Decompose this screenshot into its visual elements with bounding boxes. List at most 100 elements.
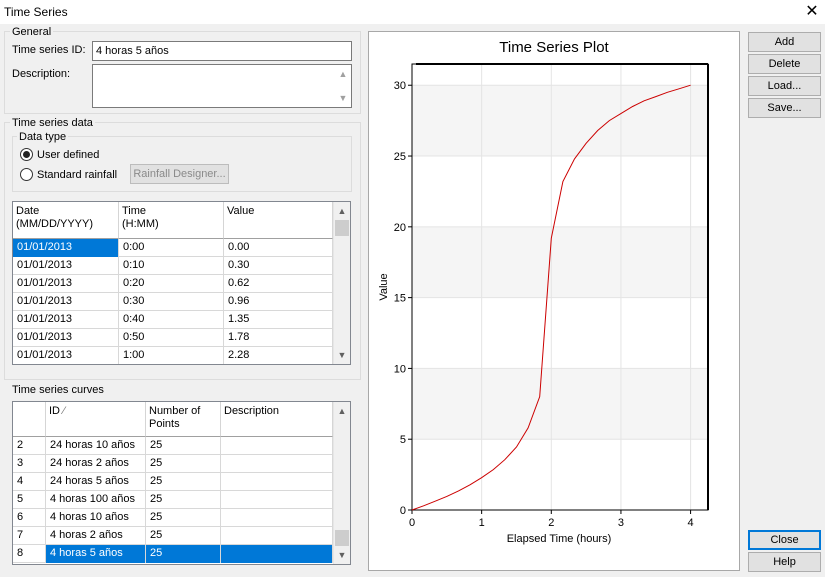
row-index-cell[interactable]: 2 <box>13 437 46 455</box>
value-cell[interactable]: 0.00 <box>224 239 333 257</box>
time-series-id-input[interactable]: 4 horas 5 años <box>92 41 352 61</box>
table-row[interactable]: 84 horas 5 años 25 <box>13 545 333 563</box>
scroll-thumb[interactable] <box>335 530 349 546</box>
add-button[interactable]: Add <box>748 32 821 52</box>
row-index-cell[interactable]: 3 <box>13 455 46 473</box>
table-row[interactable]: 01/01/2013 0:20 0.62 <box>13 275 333 293</box>
date-cell[interactable]: 01/01/2013 <box>13 257 119 275</box>
scroll-thumb[interactable] <box>335 220 349 236</box>
value-cell[interactable]: 0.96 <box>224 293 333 311</box>
description-cell[interactable] <box>221 491 333 509</box>
data-grid-scrollbar[interactable]: ▲ ▼ <box>333 202 350 364</box>
points-cell[interactable]: 25 <box>146 455 221 473</box>
column-header-description[interactable]: Description <box>221 402 333 437</box>
table-row[interactable]: 54 horas 100 años 25 <box>13 491 333 509</box>
table-row[interactable]: 01/01/2013 0:40 1.35 <box>13 311 333 329</box>
column-header-index[interactable] <box>13 402 46 437</box>
table-row[interactable]: 64 horas 10 años 25 <box>13 509 333 527</box>
curve-id-cell[interactable]: 4 horas 2 años <box>46 527 146 545</box>
column-header-date[interactable]: Date (MM/DD/YYYY) <box>13 202 119 239</box>
table-row[interactable]: 01/01/2013 0:10 0.30 <box>13 257 333 275</box>
curve-id-cell[interactable]: 4 horas 10 años <box>46 509 146 527</box>
date-cell[interactable]: 01/01/2013 <box>13 329 119 347</box>
curve-id-cell[interactable]: 4 horas 100 años <box>46 491 146 509</box>
time-cell[interactable]: 0:10 <box>119 257 224 275</box>
close-icon[interactable]: ✕ <box>803 3 821 21</box>
points-cell[interactable]: 25 <box>146 437 221 455</box>
column-header-value[interactable]: Value <box>224 202 333 239</box>
points-cell[interactable]: 25 <box>146 509 221 527</box>
curve-id-cell[interactable]: 24 horas 2 años <box>46 455 146 473</box>
row-index-cell[interactable]: 8 <box>13 545 46 563</box>
curve-id-cell[interactable]: 4 horas 5 años <box>46 545 146 563</box>
value-cell[interactable]: 1.78 <box>224 329 333 347</box>
table-row[interactable]: 2 24 horas 10 años 25 <box>13 437 333 455</box>
close-button[interactable]: Close <box>748 530 821 550</box>
table-row[interactable]: 4 24 horas 5 años 25 <box>13 473 333 491</box>
value-cell[interactable]: 1.35 <box>224 311 333 329</box>
plot-band <box>412 226 708 298</box>
time-series-plot: 0 1 2 3 4 0 5 10 15 20 25 30 Time Series Plot Elaps… <box>378 39 709 545</box>
curves-grid-scrollbar[interactable]: ▲ ▼ <box>333 402 350 564</box>
description-cell[interactable] <box>221 545 333 563</box>
time-cell[interactable]: 0:00 <box>119 239 224 257</box>
value-cell[interactable]: 0.30 <box>224 257 333 275</box>
chevron-up-icon[interactable]: ▲ <box>334 403 350 419</box>
user-defined-radio[interactable] <box>20 148 33 161</box>
table-row[interactable]: 74 horas 2 años 25 <box>13 527 333 545</box>
id-header-label: ID <box>49 405 60 417</box>
row-index-cell[interactable]: 5 <box>13 491 46 509</box>
table-row[interactable]: 01/01/2013 0:00 0.00 <box>13 239 333 257</box>
chevron-up-icon[interactable]: ▲ <box>336 66 350 82</box>
points-cell[interactable]: 25 <box>146 527 221 545</box>
save-button[interactable]: Save... <box>748 98 821 118</box>
description-cell[interactable] <box>221 509 333 527</box>
row-index-cell[interactable]: 6 <box>13 509 46 527</box>
table-row[interactable]: 01/01/2013 1:00 2.28 <box>13 347 333 364</box>
load-button[interactable]: Load... <box>748 76 821 96</box>
date-cell[interactable]: 01/01/2013 <box>13 275 119 293</box>
rainfall-designer-button[interactable]: Rainfall Designer... <box>130 164 229 184</box>
points-cell[interactable]: 25 <box>146 545 221 563</box>
x-tick-label: 4 <box>688 517 694 529</box>
description-scrollbar[interactable]: ▲ ▼ <box>336 66 350 106</box>
chevron-down-icon[interactable]: ▼ <box>334 347 350 363</box>
time-cell[interactable]: 0:20 <box>119 275 224 293</box>
delete-button[interactable]: Delete <box>748 54 821 74</box>
description-input[interactable] <box>92 64 352 108</box>
column-header-id[interactable]: ID ⁄ <box>46 402 146 437</box>
chevron-down-icon[interactable]: ▼ <box>336 90 350 106</box>
date-cell[interactable]: 01/01/2013 <box>13 293 119 311</box>
y-axis-label: Value <box>378 273 390 300</box>
date-cell[interactable]: 01/01/2013 <box>13 347 119 364</box>
column-header-time[interactable]: Time (H:MM) <box>119 202 224 239</box>
table-row[interactable]: 3 24 horas 2 años 25 <box>13 455 333 473</box>
date-cell[interactable]: 01/01/2013 <box>13 239 119 257</box>
value-cell[interactable]: 0.62 <box>224 275 333 293</box>
description-cell[interactable] <box>221 455 333 473</box>
description-cell[interactable] <box>221 437 333 455</box>
time-cell[interactable]: 0:40 <box>119 311 224 329</box>
row-index-cell[interactable]: 4 <box>13 473 46 491</box>
standard-rainfall-radio[interactable] <box>20 168 33 181</box>
column-header-points[interactable]: Number of Points <box>146 402 221 437</box>
plot-bands <box>412 85 708 440</box>
x-axis-label: Elapsed Time (hours) <box>507 533 612 545</box>
curve-id-cell[interactable]: 24 horas 10 años <box>46 437 146 455</box>
time-cell[interactable]: 1:00 <box>119 347 224 364</box>
table-row[interactable]: 01/01/2013 0:30 0.96 <box>13 293 333 311</box>
time-cell[interactable]: 0:30 <box>119 293 224 311</box>
date-cell[interactable]: 01/01/2013 <box>13 311 119 329</box>
value-cell[interactable]: 2.28 <box>224 347 333 364</box>
chevron-down-icon[interactable]: ▼ <box>334 547 350 563</box>
points-cell[interactable]: 25 <box>146 491 221 509</box>
time-cell[interactable]: 0:50 <box>119 329 224 347</box>
points-cell[interactable]: 25 <box>146 473 221 491</box>
chevron-up-icon[interactable]: ▲ <box>334 203 350 219</box>
help-button[interactable]: Help <box>748 552 821 572</box>
table-row[interactable]: 01/01/2013 0:50 1.78 <box>13 329 333 347</box>
row-index-cell[interactable]: 7 <box>13 527 46 545</box>
curve-id-cell[interactable]: 24 horas 5 años <box>46 473 146 491</box>
description-cell[interactable] <box>221 527 333 545</box>
description-cell[interactable] <box>221 473 333 491</box>
